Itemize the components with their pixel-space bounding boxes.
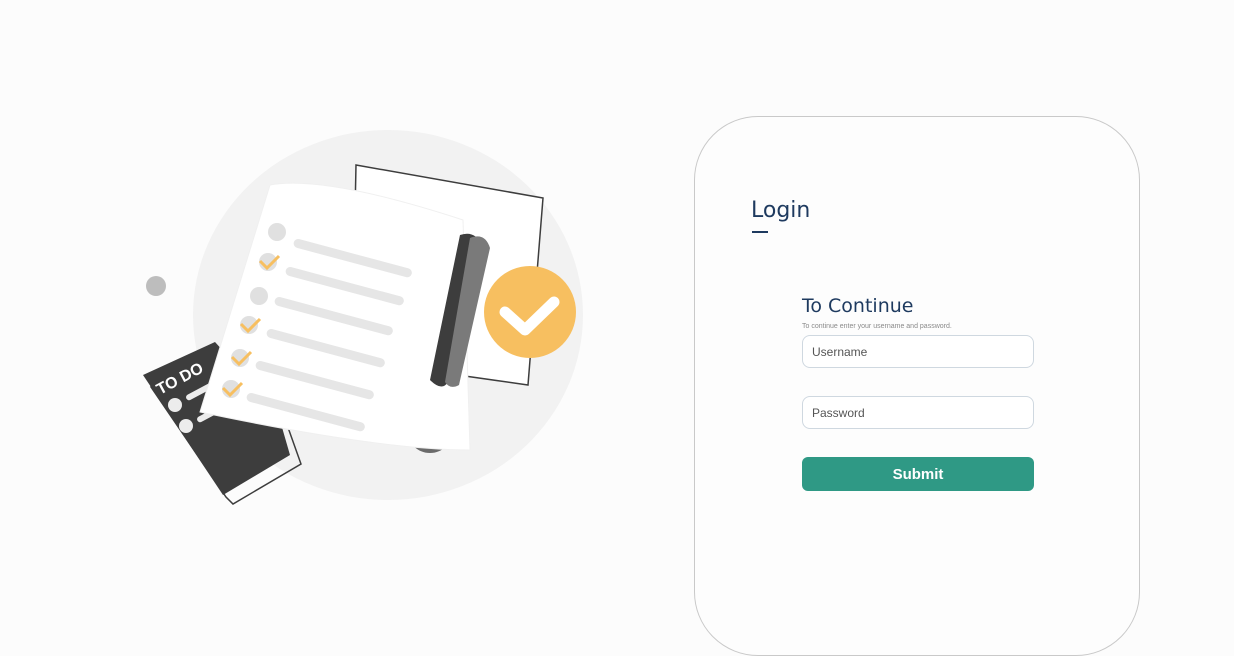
password-input[interactable] [802,396,1034,429]
login-title: Login [751,198,811,223]
todo-illustration: TO DO [130,120,600,520]
submit-button[interactable]: Submit [802,457,1034,491]
to-continue-heading: To Continue [802,295,914,317]
decorative-dot [146,276,166,296]
login-instructions: To continue enter your username and pass… [802,323,952,330]
todo-illustration-svg: TO DO [143,130,583,505]
check-badge-icon [484,266,576,358]
username-input[interactable] [802,335,1034,368]
title-underline [752,231,768,233]
login-card: Login To Continue To continue enter your… [694,116,1140,656]
